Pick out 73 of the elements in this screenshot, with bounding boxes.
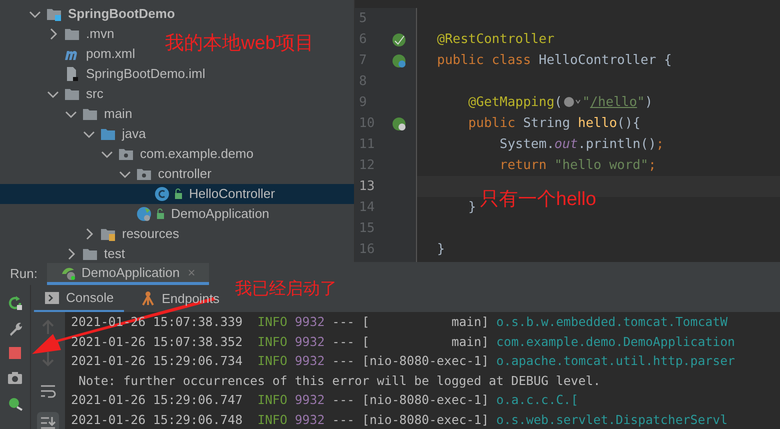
rerun-icon[interactable] [7,295,23,311]
lock-icon [156,208,165,220]
run-label: Run: [9,265,38,284]
tree-label: SpringBootDemo [68,5,175,24]
tree-item[interactable]: com.example.demo [0,144,254,164]
package-folder-icon [118,146,134,162]
resources-folder-icon [100,226,116,242]
log-line: 2021-01-26 15:07:38.352 INFO 9932 --- [ main] com.example.demo.DemoApplication [71,332,736,351]
tree-label: test [104,245,125,264]
wrench-icon[interactable] [7,320,23,336]
soft-wrap-icon[interactable] [40,383,56,399]
folder-icon [82,106,98,122]
package-folder-icon [136,166,152,182]
tree-item[interactable]: test [0,244,125,264]
tree-label: controller [158,165,212,184]
annotation-text: 只有一个hello [480,188,596,212]
stop-icon[interactable] [7,345,23,361]
code-line: } [467,198,476,217]
source-folder-icon [100,126,116,142]
tree-label: resources [122,225,180,244]
tree-item[interactable]: SpringBootDemo [0,4,175,24]
tree-label: HelloController [189,185,275,204]
tree-item[interactable]: controller [0,164,212,184]
camera-icon[interactable] [7,370,23,386]
console-tab[interactable]: Endpoints [130,285,230,312]
log-line: 2021-01-26 15:29:06.748 INFO 9932 --- [nio-8080-exec-1] o.s.web.servlet.DispatcherServl [71,410,729,429]
tree-item[interactable]: HelloController [0,184,354,204]
tree-item[interactable]: resources [0,224,180,244]
web-marker-icon [392,116,406,130]
code-line: return "hello word"; [498,156,656,175]
code-line: } [437,240,445,259]
log-line: 2021-01-26 15:29:06.734 INFO 9932 --- [nio-8080-exec-1] o.apache.tomcat.util.http.parser [71,352,736,370]
tree-item[interactable]: main [0,104,132,124]
scroll-to-end-icon[interactable] [40,415,56,429]
folder-icon [64,86,80,102]
code-line: @RestController [437,30,554,49]
tree-label: main [104,105,132,124]
line-number: 13 [359,178,375,196]
tree-item[interactable]: SpringBootDemo.iml [0,64,206,84]
code-line: System.out.println(); [498,136,664,154]
globe-icon [562,95,582,110]
tree-label: pom.xml [86,45,136,64]
tab-label: DemoApplication [81,264,180,282]
tree-item[interactable]: java [0,124,146,144]
code-line: public String hello(){ [467,114,641,133]
module-folder-icon [46,6,62,22]
console-icon [44,290,60,306]
tree-label: .mvn [86,25,114,44]
class-marker-icon [392,54,406,68]
file-icon [64,66,80,82]
annotation-text: 我的本地web项目 [165,32,314,56]
down-arrow-icon[interactable] [40,351,56,367]
annotation-text: 我已经启动了 [235,278,337,300]
tree-item[interactable]: pom.xml [0,44,136,64]
tree-label: com.example.demo [140,145,254,164]
tree-item[interactable]: DemoApplication [0,204,270,224]
code-line: public class HelloController { [437,52,672,70]
tree-label: SpringBootDemo.iml [86,65,206,84]
tree-label: java [122,125,146,144]
spring-app-icon [136,206,152,222]
folder-icon [64,26,80,42]
tree-label: DemoApplication [171,205,270,224]
class-icon [154,186,170,202]
log-line: Note: further occurrences of this error will be logged at DEBUG level. [77,372,602,390]
run-tab[interactable]: DemoApplication × [47,263,210,285]
tree-item[interactable]: src [0,84,104,104]
tree-label: src [86,85,104,104]
tree-item[interactable]: .mvn [0,24,114,44]
endpoints-icon [140,290,156,306]
log-line: 2021-01-26 15:29:06.747 INFO 9932 --- [nio-8080-exec-1] o.a.c.c.C.[ [71,391,580,409]
lock-icon [174,188,183,200]
bean-icon [392,32,406,46]
code-line: @GetMapping( "/hello") [467,94,653,112]
